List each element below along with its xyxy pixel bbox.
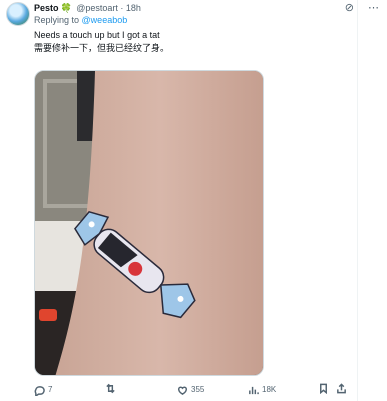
repost-icon [106, 383, 115, 394]
views-count: 18K [262, 385, 277, 394]
views-button[interactable]: 18K [248, 383, 276, 397]
like-count: 355 [191, 385, 205, 394]
author-name[interactable]: Pesto [34, 3, 59, 13]
author-handle-time[interactable]: @pestoart · 18h [76, 3, 141, 13]
replying-prefix: Replying to [34, 15, 80, 25]
analytics-icon [249, 386, 259, 394]
tweet-text: Needs a touch up but I got a tat [34, 30, 160, 40]
share-icon [337, 383, 346, 394]
tweet-translation: 需要修补一下，但我已经纹了身。 [34, 44, 170, 54]
repost-button[interactable] [105, 383, 119, 394]
bookmark-button[interactable] [318, 383, 329, 394]
like-button[interactable]: 355 [177, 383, 204, 397]
tweet-photo[interactable] [34, 70, 264, 376]
more-icon[interactable]: ⋯ [368, 1, 379, 14]
tattoo-image [35, 71, 263, 375]
tweet-header: Pesto 🍀 @pestoart · 18h [34, 1, 377, 15]
column-divider [357, 0, 358, 401]
reply-icon [34, 385, 45, 396]
author-avatar[interactable] [6, 2, 30, 26]
heart-icon [177, 386, 188, 395]
action-bar: 7 355 18K [34, 383, 377, 397]
reply-count: 7 [48, 385, 53, 394]
replying-to: Replying to @weeabob [34, 14, 127, 26]
reply-button[interactable]: 7 [34, 383, 52, 397]
share-button[interactable] [336, 383, 347, 394]
grok-icon[interactable]: ⊘ [345, 1, 354, 14]
clover-emoji: 🍀 [60, 3, 72, 13]
bookmark-icon [320, 383, 327, 394]
header-icons: ⊘ ⋯ [331, 1, 379, 14]
replying-handle[interactable]: @weeabob [82, 15, 128, 25]
